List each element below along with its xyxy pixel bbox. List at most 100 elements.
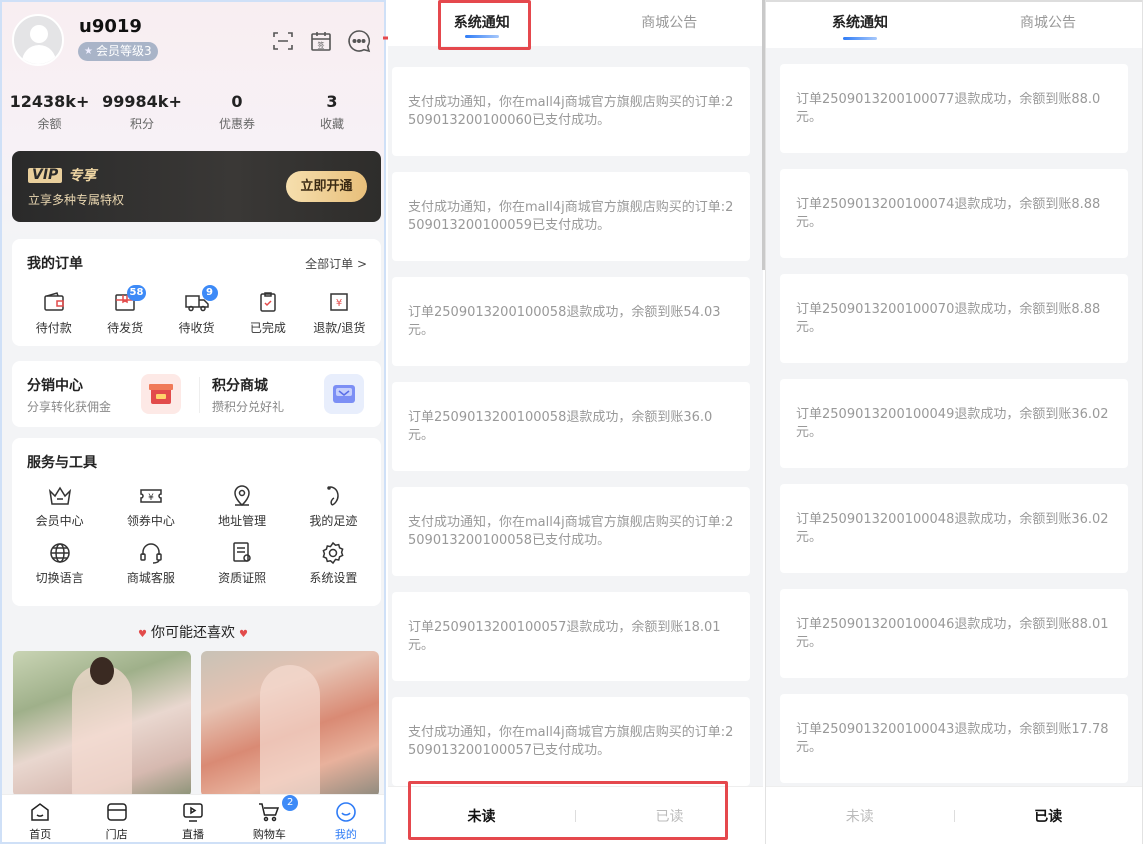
- vip-title-text: 专享: [68, 168, 97, 184]
- message-text: 订单2509013200100070退款成功，余额到账8.88元。: [796, 301, 1101, 335]
- active-tab-indicator: [843, 37, 877, 40]
- order-completed[interactable]: 已完成: [232, 289, 303, 336]
- service-language[interactable]: 切换语言: [14, 539, 105, 586]
- message-card[interactable]: 订单2509013200100049退款成功，余额到账36.02元。: [780, 379, 1128, 468]
- message-card[interactable]: 订单2509013200100058退款成功，余额到账54.03元。: [392, 277, 750, 366]
- service-footprint[interactable]: 我的足迹: [288, 482, 379, 529]
- tab-unread[interactable]: 未读: [388, 806, 575, 826]
- service-coupon-center[interactable]: ¥ 领券中心: [105, 482, 196, 529]
- message-card[interactable]: 支付成功通知，你在mall4j商城官方旗舰店购买的订单:250901320010…: [392, 67, 750, 156]
- product-image: [260, 665, 320, 797]
- stat-value: 99984k+: [102, 92, 182, 111]
- coupon-icon: ¥: [105, 482, 196, 510]
- points-store-icon: [324, 374, 364, 414]
- tab-read[interactable]: 已读: [955, 806, 1143, 826]
- bottom-tabbar: 首页 门店 直播 2 购物车 我的: [2, 794, 384, 842]
- message-text: 订单2509013200100058退款成功，余额到账36.0元。: [408, 409, 713, 443]
- checkin-calendar-icon[interactable]: 签: [308, 28, 334, 54]
- message-card[interactable]: 订单2509013200100057退款成功，余额到账18.01元。: [392, 592, 750, 681]
- service-label: 领券中心: [126, 514, 175, 528]
- points-mall[interactable]: 积分商城 攒积分兑好礼: [212, 361, 372, 427]
- avatar[interactable]: [12, 14, 64, 66]
- order-status-label: 退款/退货: [313, 321, 366, 335]
- tab-system-notice[interactable]: 系统通知: [766, 2, 954, 48]
- order-status-label: 已完成: [249, 321, 286, 335]
- distribution-center[interactable]: 分销中心 分享转化获佣金: [27, 361, 197, 427]
- stat-favorites[interactable]: 3 收藏: [287, 92, 377, 132]
- divider: [199, 377, 200, 413]
- message-card[interactable]: 支付成功通知，你在mall4j商城官方旗舰店购买的订单:250901320010…: [392, 697, 750, 786]
- order-status-row: 待付款 58 待发货 9 待收货 已完成 ¥ 退款/退货: [12, 285, 381, 336]
- tab-mine[interactable]: 我的: [308, 795, 384, 842]
- order-pending-payment[interactable]: 待付款: [18, 289, 89, 336]
- order-status-label: 待发货: [107, 321, 144, 335]
- all-orders-link[interactable]: 全部订单 >: [305, 255, 367, 272]
- stat-value: 0: [231, 92, 243, 111]
- tab-store[interactable]: 门店: [78, 795, 154, 842]
- service-address[interactable]: 地址管理: [197, 482, 288, 529]
- stat-coupons[interactable]: 0 优惠券: [187, 92, 287, 132]
- message-text: 支付成功通知，你在mall4j商城官方旗舰店购买的订单:250901320010…: [408, 514, 734, 548]
- message-text: 支付成功通知，你在mall4j商城官方旗舰店购买的订单:250901320010…: [408, 199, 734, 233]
- vip-title: VIP 专享: [28, 165, 96, 185]
- message-card[interactable]: 订单2509013200100077退款成功，余额到账88.0元。: [780, 64, 1128, 153]
- message-card[interactable]: 订单2509013200100046退款成功，余额到账88.01元。: [780, 589, 1128, 678]
- order-pending-receipt[interactable]: 9 待收货: [161, 285, 232, 336]
- message-card[interactable]: 订单2509013200100043退款成功，余额到账17.78元。: [780, 694, 1128, 783]
- stat-value: 3: [326, 92, 338, 111]
- orders-card: 我的订单 全部订单 > 待付款 58 待发货 9 待收货 已完成 ¥ 退款/退货: [12, 239, 381, 346]
- member-level-badge[interactable]: ★ 会员等级3: [78, 42, 158, 61]
- order-status-label: 待付款: [35, 321, 72, 335]
- tab-label: 商城公告: [1020, 15, 1076, 31]
- order-refund[interactable]: ¥ 退款/退货: [304, 289, 375, 336]
- order-pending-shipment[interactable]: 58 待发货: [89, 285, 160, 336]
- tab-cart[interactable]: 2 购物车: [231, 795, 307, 842]
- screenshot-stage: u9019 ★ 会员等级3 签 12438k+ 余额 99984k+ 积分 0 …: [0, 0, 1143, 844]
- services-grid: 会员中心 ¥ 领券中心 地址管理 我的足迹 切换语言 商城客服 资质证照 系统设…: [12, 482, 381, 586]
- points-mall-subtitle: 攒积分兑好礼: [212, 400, 285, 414]
- tab-mall-announcement[interactable]: 商城公告: [576, 0, 764, 46]
- service-label: 系统设置: [309, 571, 358, 585]
- location-icon: [197, 482, 288, 510]
- message-text: 订单2509013200100046退款成功，余额到账88.01元。: [796, 616, 1109, 650]
- tab-label: 购物车: [252, 828, 286, 841]
- package-icon: [89, 289, 160, 315]
- stat-label: 收藏: [319, 117, 344, 131]
- scan-icon[interactable]: [270, 28, 296, 54]
- message-text: 订单2509013200100049退款成功，余额到账36.02元。: [796, 406, 1109, 440]
- tab-read[interactable]: 已读: [576, 806, 763, 826]
- message-card[interactable]: 订单2509013200100058退款成功，余额到账36.0元。: [392, 382, 750, 471]
- tab-system-notice[interactable]: 系统通知: [388, 0, 576, 46]
- message-card[interactable]: 支付成功通知，你在mall4j商城官方旗舰店购买的订单:250901320010…: [392, 487, 750, 576]
- message-text: 订单2509013200100074退款成功，余额到账8.88元。: [796, 196, 1101, 230]
- tab-unread[interactable]: 未读: [766, 806, 954, 826]
- vip-open-button[interactable]: 立即开通: [286, 171, 367, 202]
- tab-live[interactable]: 直播: [155, 795, 231, 842]
- message-card[interactable]: 订单2509013200100074退款成功，余额到账8.88元。: [780, 169, 1128, 258]
- message-card[interactable]: 订单2509013200100070退款成功，余额到账8.88元。: [780, 274, 1128, 363]
- orders-title: 我的订单: [27, 256, 83, 272]
- vip-banner[interactable]: VIP 专享 立享多种专属特权 立即开通: [12, 151, 381, 222]
- message-text: 支付成功通知，你在mall4j商城官方旗舰店购买的订单:250901320010…: [408, 724, 734, 758]
- tab-mall-announcement[interactable]: 商城公告: [954, 2, 1142, 48]
- tab-home[interactable]: 首页: [2, 795, 78, 842]
- stat-label: 积分: [129, 117, 154, 131]
- stat-points[interactable]: 99984k+ 积分: [97, 92, 187, 132]
- tab-label: 商城公告: [641, 15, 698, 31]
- service-settings[interactable]: 系统设置: [288, 539, 379, 586]
- recommend-title-text: 你可能还喜欢: [151, 625, 235, 641]
- message-icon[interactable]: [346, 28, 372, 54]
- product-card[interactable]: [201, 651, 379, 797]
- service-certificates[interactable]: 资质证照: [197, 539, 288, 586]
- stat-value: 12438k+: [9, 92, 90, 111]
- heart-icon: ♥: [239, 629, 248, 640]
- service-customer-service[interactable]: 商城客服: [105, 539, 196, 586]
- message-card[interactable]: 订单2509013200100048退款成功，余额到账36.02元。: [780, 484, 1128, 573]
- stat-label: 余额: [37, 117, 62, 131]
- service-member-center[interactable]: 会员中心: [14, 482, 105, 529]
- message-text: 订单2509013200100048退款成功，余额到账36.02元。: [796, 511, 1109, 545]
- stat-balance[interactable]: 12438k+ 余额: [2, 92, 97, 132]
- product-card[interactable]: [13, 651, 191, 797]
- message-card[interactable]: 支付成功通知，你在mall4j商城官方旗舰店购买的订单:250901320010…: [392, 172, 750, 261]
- order-badge: 9: [201, 285, 218, 301]
